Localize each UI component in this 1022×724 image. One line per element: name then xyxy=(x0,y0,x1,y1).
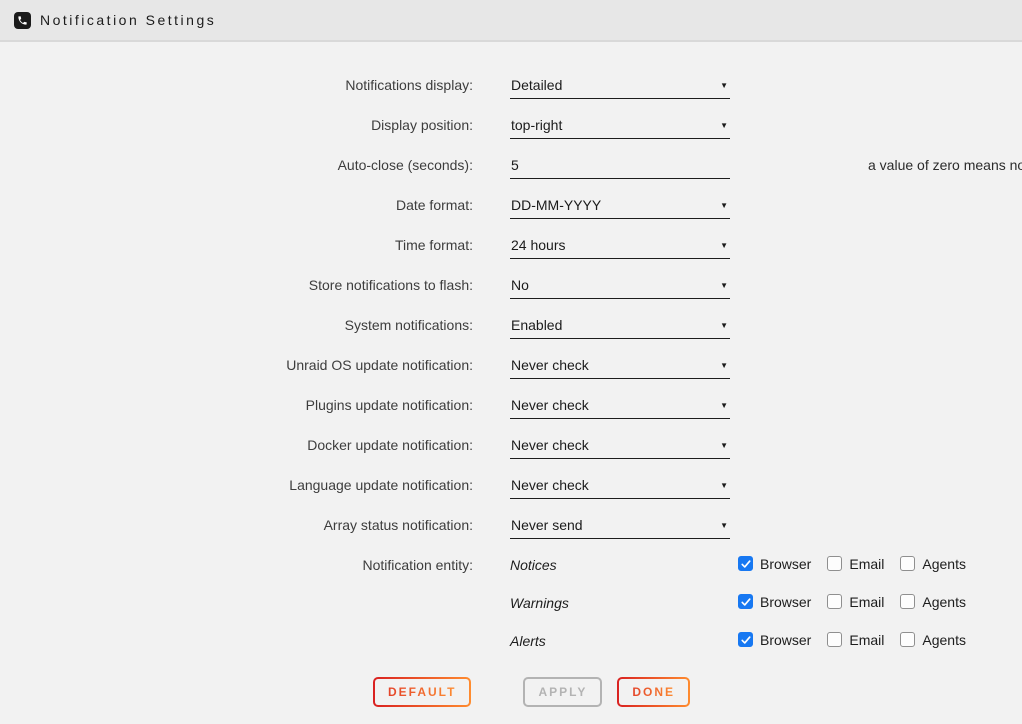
chevron-down-icon: ▼ xyxy=(720,321,728,330)
chevron-down-icon: ▼ xyxy=(720,81,728,90)
alerts-browser-checkbox[interactable] xyxy=(738,632,753,647)
warnings-browser-checkbox[interactable] xyxy=(738,594,753,609)
warnings-browser-label: Browser xyxy=(760,594,811,610)
unraid-os-update-label: Unraid OS update notification: xyxy=(0,350,473,373)
notices-browser-checkbox[interactable] xyxy=(738,556,753,571)
notification-entity-label: Notification entity: xyxy=(0,550,473,573)
done-button[interactable]: DONE xyxy=(617,677,690,707)
form-row-plugins-update: Plugins update notification: Never check… xyxy=(0,390,1022,430)
notices-agents-label: Agents xyxy=(922,556,966,572)
language-update-select[interactable]: Never check▼ xyxy=(510,470,730,499)
form-row-unraid-os-update: Unraid OS update notification: Never che… xyxy=(0,350,1022,390)
docker-update-select[interactable]: Never check▼ xyxy=(510,430,730,459)
plugins-update-label: Plugins update notification: xyxy=(0,390,473,413)
apply-button[interactable]: APPLY xyxy=(523,677,602,707)
notices-email-label: Email xyxy=(849,556,884,572)
store-to-flash-label: Store notifications to flash: xyxy=(0,270,473,293)
auto-close-input[interactable] xyxy=(510,150,730,179)
notifications-display-select[interactable]: Detailed▼ xyxy=(510,70,730,99)
form-row-array-status: Array status notification: Never send▼ xyxy=(0,510,1022,550)
chevron-down-icon: ▼ xyxy=(720,201,728,210)
chevron-down-icon: ▼ xyxy=(720,521,728,530)
chevron-down-icon: ▼ xyxy=(720,441,728,450)
form-row-store-to-flash: Store notifications to flash: No▼ xyxy=(0,270,1022,310)
page-header: Notification Settings xyxy=(0,0,1022,42)
form-row-entity-notices: Notification entity: Notices Browser Ema… xyxy=(0,550,1022,588)
alerts-browser-label: Browser xyxy=(760,632,811,648)
chevron-down-icon: ▼ xyxy=(720,281,728,290)
form-row-display-position: Display position: top-right▼ xyxy=(0,110,1022,150)
warnings-agents-checkbox[interactable] xyxy=(900,594,915,609)
array-status-select[interactable]: Never send▼ xyxy=(510,510,730,539)
date-format-label: Date format: xyxy=(0,190,473,213)
notification-settings-form: Notifications display: Detailed▼ Display… xyxy=(0,42,1022,707)
form-row-notifications-display: Notifications display: Detailed▼ xyxy=(0,70,1022,110)
display-position-label: Display position: xyxy=(0,110,473,133)
form-row-date-format: Date format: DD-MM-YYYY▼ xyxy=(0,190,1022,230)
notices-browser-label: Browser xyxy=(760,556,811,572)
entity-alerts-label: Alerts xyxy=(510,626,738,649)
alerts-email-checkbox[interactable] xyxy=(827,632,842,647)
form-row-time-format: Time format: 24 hours▼ xyxy=(0,230,1022,270)
alerts-email-label: Email xyxy=(849,632,884,648)
form-row-system-notifications: System notifications: Enabled▼ xyxy=(0,310,1022,350)
warnings-email-checkbox[interactable] xyxy=(827,594,842,609)
auto-close-label: Auto-close (seconds): xyxy=(0,150,473,173)
entity-warnings-label: Warnings xyxy=(510,588,738,611)
docker-update-label: Docker update notification: xyxy=(0,430,473,453)
notifications-display-label: Notifications display: xyxy=(0,70,473,93)
array-status-label: Array status notification: xyxy=(0,510,473,533)
form-row-docker-update: Docker update notification: Never check▼ xyxy=(0,430,1022,470)
chevron-down-icon: ▼ xyxy=(720,121,728,130)
time-format-select[interactable]: 24 hours▼ xyxy=(510,230,730,259)
chevron-down-icon: ▼ xyxy=(720,481,728,490)
unraid-os-update-select[interactable]: Never check▼ xyxy=(510,350,730,379)
notices-agents-checkbox[interactable] xyxy=(900,556,915,571)
form-row-auto-close: Auto-close (seconds): a value of zero me… xyxy=(0,150,1022,190)
form-row-entity-warnings: Warnings Browser Email Agents xyxy=(0,588,1022,626)
chevron-down-icon: ▼ xyxy=(720,241,728,250)
alerts-agents-checkbox[interactable] xyxy=(900,632,915,647)
form-buttons: DEFAULT APPLY DONE xyxy=(373,677,1022,707)
notices-email-checkbox[interactable] xyxy=(827,556,842,571)
plugins-update-select[interactable]: Never check▼ xyxy=(510,390,730,419)
date-format-select[interactable]: DD-MM-YYYY▼ xyxy=(510,190,730,219)
warnings-agents-label: Agents xyxy=(922,594,966,610)
page-title: Notification Settings xyxy=(40,12,216,28)
warnings-email-label: Email xyxy=(849,594,884,610)
system-notifications-label: System notifications: xyxy=(0,310,473,333)
system-notifications-select[interactable]: Enabled▼ xyxy=(510,310,730,339)
default-button[interactable]: DEFAULT xyxy=(373,677,471,707)
alerts-agents-label: Agents xyxy=(922,632,966,648)
form-row-language-update: Language update notification: Never chec… xyxy=(0,470,1022,510)
form-row-entity-alerts: Alerts Browser Email Agents xyxy=(0,626,1022,664)
entity-notices-label: Notices xyxy=(510,550,738,573)
display-position-select[interactable]: top-right▼ xyxy=(510,110,730,139)
phone-square-icon xyxy=(14,12,31,29)
chevron-down-icon: ▼ xyxy=(720,401,728,410)
chevron-down-icon: ▼ xyxy=(720,361,728,370)
time-format-label: Time format: xyxy=(0,230,473,253)
store-to-flash-select[interactable]: No▼ xyxy=(510,270,730,299)
language-update-label: Language update notification: xyxy=(0,470,473,493)
auto-close-note: a value of zero means no automatic closu… xyxy=(868,150,1022,173)
